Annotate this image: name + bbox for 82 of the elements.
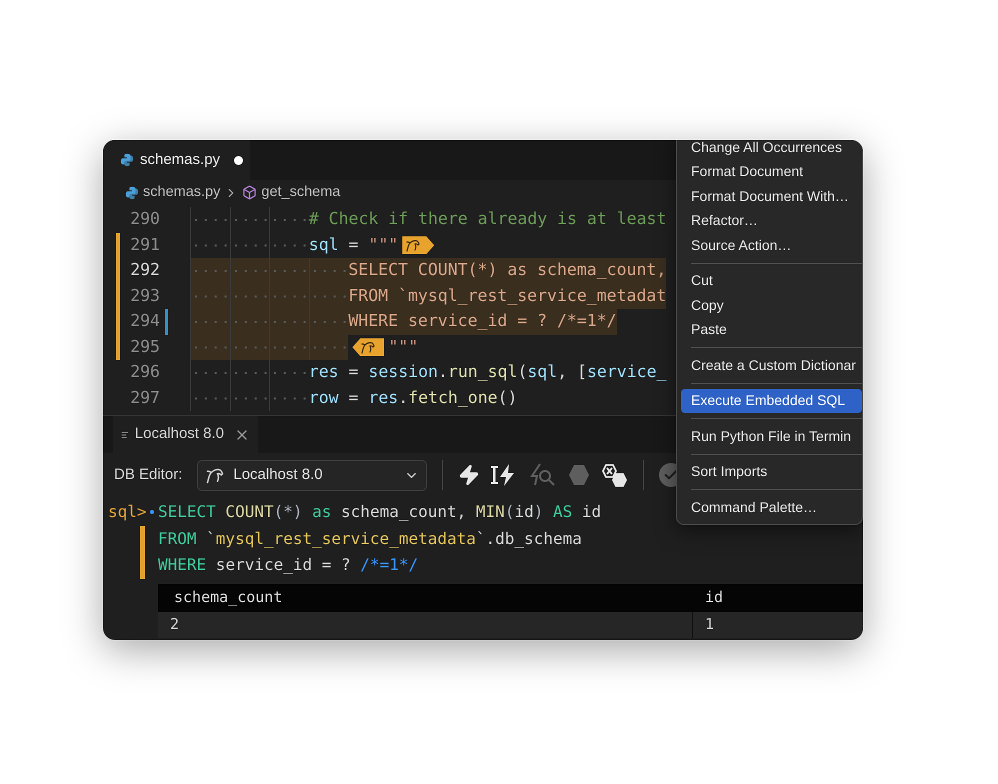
code-text: res — [368, 386, 398, 409]
breadcrumb-item[interactable]: schemas.py — [143, 182, 220, 204]
code-text: . — [398, 386, 408, 409]
code-text: () — [498, 386, 518, 409]
code-text: = — [348, 234, 360, 256]
code-text: """ — [388, 336, 418, 358]
column-header[interactable]: id — [693, 586, 863, 609]
code-text: as — [311, 501, 332, 524]
menu-item[interactable]: Paste — [681, 318, 862, 342]
line-number: 292 — [129, 259, 160, 282]
line-number: 295 — [129, 336, 160, 358]
code-text: `.db_schema — [476, 528, 582, 550]
menu-item[interactable]: Run Python File in Termin — [681, 424, 862, 448]
code-text: MIN — [476, 501, 505, 524]
line-number: 297 — [129, 386, 160, 409]
code-text: sql — [527, 361, 558, 384]
table-cell: 2 — [158, 612, 693, 638]
code-text: row — [308, 386, 339, 409]
code-text: /*=1*/ — [360, 554, 418, 576]
code-text: run_sql — [448, 361, 518, 384]
toolbar-label: DB Editor: — [114, 464, 182, 485]
python-icon — [125, 186, 139, 200]
sql-tag-icon[interactable] — [402, 236, 434, 254]
code-text: """ — [368, 234, 398, 256]
menu-item[interactable]: Change All Occurrences — [681, 140, 862, 160]
code-text: sql — [308, 234, 339, 256]
code-text: fetch_one — [408, 386, 498, 409]
menu-item[interactable]: Cut — [681, 268, 862, 293]
code-text: SELECT — [158, 501, 216, 524]
code-text: service_id = ? — [214, 554, 352, 576]
code-text: mysql_rest_service_metadata — [216, 528, 476, 550]
cube-icon — [242, 185, 258, 200]
menu-item[interactable]: Format Document With… — [681, 184, 862, 208]
menu-item[interactable]: Format Document — [681, 160, 862, 184]
code-text: id — [514, 501, 534, 524]
table-cell-text: 1 — [704, 614, 716, 636]
code-text: id — [580, 501, 602, 524]
menu-item[interactable]: Refactor… — [681, 208, 862, 233]
code-text: WHERE — [158, 554, 206, 576]
code-text: session — [368, 361, 438, 384]
column-header[interactable]: schema_count — [158, 586, 693, 609]
line-number: 291 — [129, 234, 160, 256]
code-text: (*) — [274, 501, 302, 524]
lightning-icon[interactable] — [458, 464, 480, 486]
code-text: AS — [552, 501, 572, 524]
menu-item[interactable]: Create a Custom Dictionar — [681, 353, 862, 378]
menu-item[interactable]: Execute Embedded SQL — [681, 388, 862, 413]
line-number: 290 — [129, 208, 160, 230]
sql-prompt: sql> — [107, 501, 147, 524]
sql-tag-icon[interactable] — [352, 338, 384, 356]
code-text: = — [348, 386, 360, 409]
menu-item[interactable]: Sort Imports — [681, 460, 862, 484]
code-text: FROM `mysql_rest_service_metadat — [348, 284, 666, 309]
code-text: service_ — [587, 361, 666, 384]
line-number: 294 — [129, 310, 160, 332]
code-text: FROM — [158, 528, 197, 550]
code-text: ` — [205, 528, 216, 550]
line-number: 296 — [129, 361, 160, 384]
menu-item[interactable]: Source Action… — [681, 233, 862, 258]
code-text: # Check if there already is at least — [308, 208, 666, 230]
code-text: ) — [534, 501, 544, 524]
code-text: ( — [504, 501, 514, 524]
panel-tab[interactable]: Localhost 8.0 — [113, 416, 258, 453]
connection-dropdown[interactable]: Localhost 8.0 — [197, 460, 428, 490]
code-text: , [ — [557, 361, 587, 384]
code-text: COUNT — [224, 501, 274, 524]
dolphin-icon — [405, 237, 422, 254]
stop-error-icon[interactable] — [602, 463, 628, 487]
menu-item[interactable]: Command Palette… — [681, 495, 862, 520]
menu-item[interactable]: Copy — [681, 293, 862, 318]
editor-tab[interactable]: schemas.py — [103, 140, 250, 180]
code-text: = — [348, 361, 360, 384]
code-text: SELECT COUNT(*) as schema_count, — [348, 258, 666, 284]
code-text: res — [308, 361, 339, 384]
line-number: 293 — [129, 284, 160, 307]
code-text: . — [438, 361, 448, 384]
code-text: schema_count, — [340, 501, 468, 524]
code-text: WHERE service_id = ? /*=1*/ — [348, 309, 617, 334]
dolphin-icon — [360, 339, 376, 356]
breadcrumb-item[interactable]: get_schema — [261, 182, 340, 204]
python-icon — [120, 153, 134, 167]
code-text: ( — [517, 361, 528, 384]
